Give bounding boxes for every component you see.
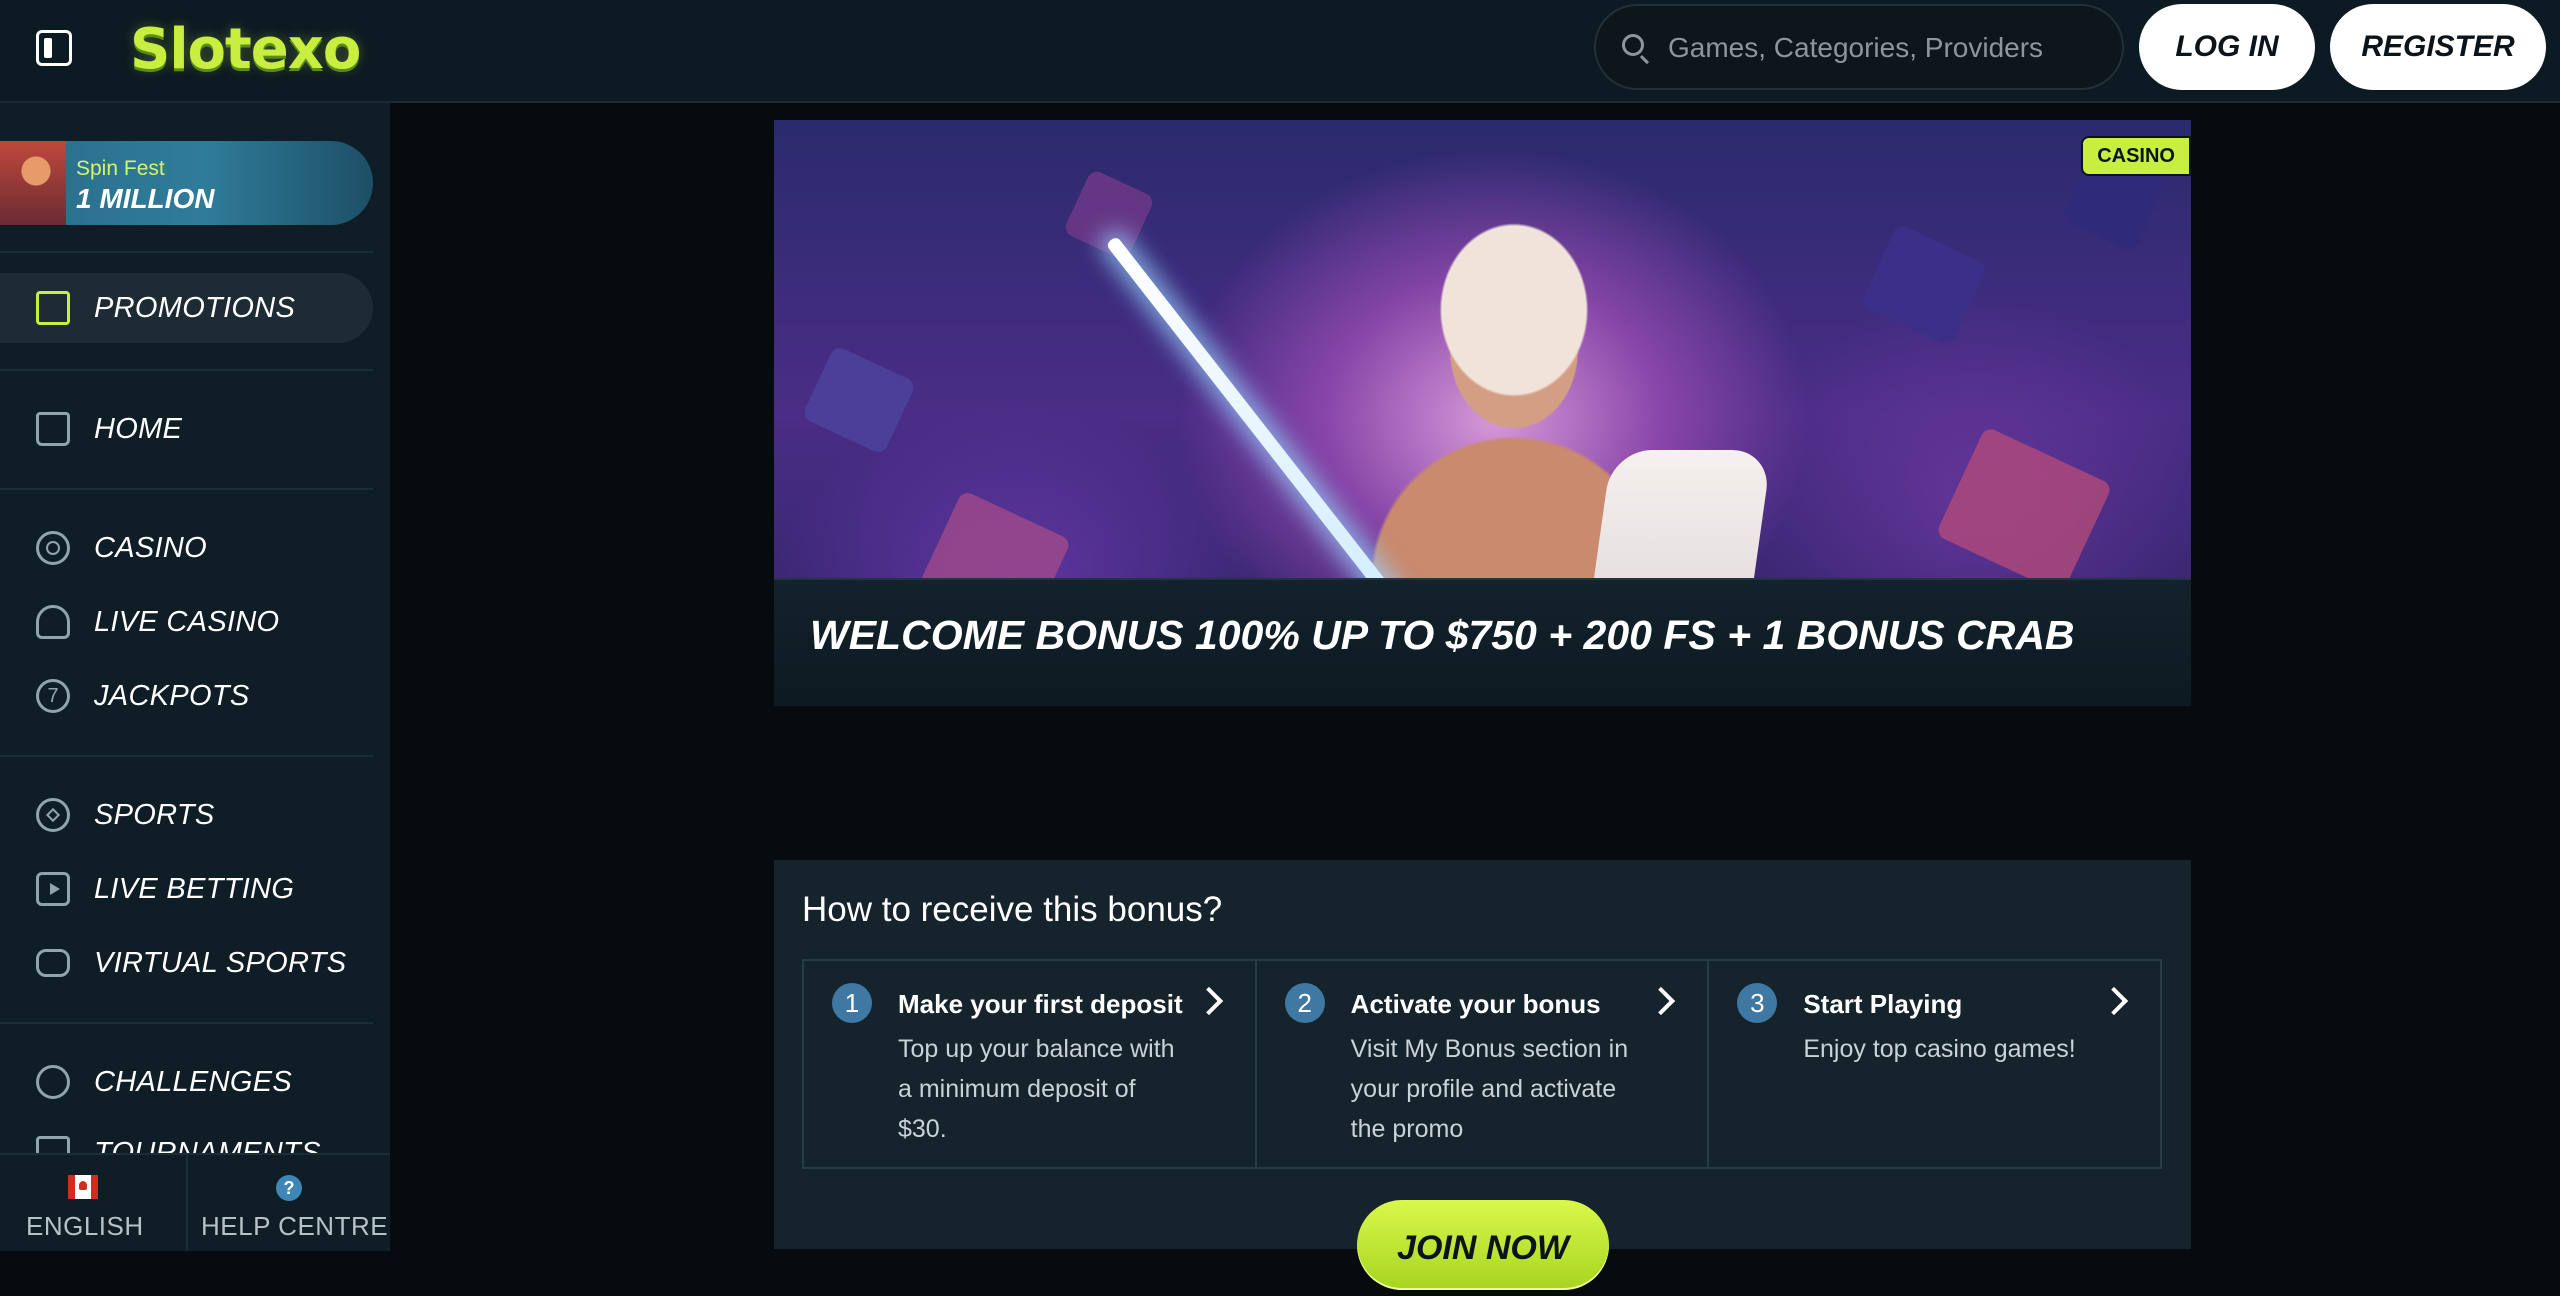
footer-divider	[186, 1155, 188, 1251]
sidebar: Spin Fest 1 MILLION PROMOTIONS HOME CASI…	[0, 103, 390, 1249]
sidebar-item-label: LIVE CASINO	[94, 605, 280, 638]
sidebar-item-promotions[interactable]: PROMOTIONS	[0, 273, 373, 343]
sidebar-item-label: CHALLENGES	[94, 1065, 293, 1098]
step-description: Top up your balance with a minimum depos…	[898, 1035, 1175, 1143]
home-icon	[36, 412, 70, 446]
canada-flag-icon	[68, 1175, 98, 1199]
register-button[interactable]: REGISTER	[2330, 4, 2546, 90]
gift-shop-icon	[36, 291, 70, 325]
soccer-ball-icon	[36, 798, 70, 832]
decorative-rock	[1859, 223, 1989, 347]
sidebar-footer: ENGLISH ? HELP CENTRE	[0, 1153, 390, 1251]
promo-title: WELCOME BONUS 100% UP TO $750 + 200 FS +…	[810, 612, 2075, 658]
step-number: 3	[1737, 983, 1778, 1023]
step-title: Make your first deposit	[898, 989, 1183, 1019]
sidebar-item-live-casino[interactable]: LIVE CASINO	[36, 598, 279, 646]
step-description: Visit My Bonus section in your profile a…	[1350, 1035, 1629, 1143]
search-icon	[1622, 34, 1644, 56]
hero-caption: WELCOME BONUS 100% UP TO $750 + 200 FS +…	[774, 578, 2191, 706]
bonus-heading: How to receive this bonus?	[802, 890, 1223, 929]
spin-fest-banner[interactable]: Spin Fest 1 MILLION	[0, 141, 373, 225]
sidebar-item-label: SPORTS	[94, 798, 215, 831]
category-badge: CASINO	[2081, 136, 2191, 176]
banner-amount: 1 MILLION	[76, 183, 215, 214]
decorative-rock	[801, 344, 917, 456]
login-button[interactable]: LOG IN	[2139, 4, 2315, 90]
sidebar-toggle-icon[interactable]	[36, 30, 72, 66]
step-card-1[interactable]: 1 Make your first deposit Top up your ba…	[804, 961, 1257, 1167]
step-title: Activate your bonus	[1350, 989, 1601, 1019]
help-icon: ?	[276, 1175, 302, 1201]
sidebar-item-label: LIVE BETTING	[94, 872, 295, 905]
sidebar-divider	[0, 755, 373, 757]
brand-logo[interactable]: Slotexo	[130, 14, 361, 86]
step-card-3[interactable]: 3 Start Playing Enjoy top casino games!	[1709, 961, 2160, 1167]
sidebar-item-live-betting[interactable]: LIVE BETTING	[36, 865, 294, 913]
steps-list: 1 Make your first deposit Top up your ba…	[802, 959, 2162, 1169]
banner-title: Spin Fest	[76, 157, 165, 180]
step-card-2[interactable]: 2 Activate your bonus Visit My Bonus sec…	[1257, 961, 1710, 1167]
promo-hero-banner: CASINO WELCOME BONUS 100% UP TO $750 + 2…	[774, 120, 2191, 706]
play-icon	[36, 872, 70, 906]
bonus-instructions-panel: How to receive this bonus? 1 Make your f…	[774, 860, 2191, 1290]
sidebar-item-casino[interactable]: CASINO	[36, 524, 207, 572]
chevron-right-icon[interactable]	[1194, 986, 1223, 1016]
sidebar-item-label: VIRTUAL SPORTS	[94, 946, 347, 979]
sidebar-divider	[0, 251, 373, 253]
chevron-right-icon[interactable]	[1647, 986, 1676, 1016]
step-description: Enjoy top casino games!	[1803, 1035, 2076, 1063]
sidebar-item-label: JACKPOTS	[94, 679, 250, 712]
sidebar-divider	[0, 1022, 373, 1024]
step-title: Start Playing	[1803, 989, 1963, 1019]
sidebar-item-jackpots[interactable]: 7 JACKPOTS	[36, 672, 250, 720]
sidebar-item-challenges[interactable]: CHALLENGES	[36, 1058, 292, 1106]
banner-character-image	[0, 141, 66, 225]
help-centre-label: HELP CENTRE	[201, 1211, 389, 1241]
medal-icon	[36, 1065, 70, 1099]
sidebar-item-sports[interactable]: SPORTS	[36, 791, 215, 839]
gamepad-icon	[36, 949, 70, 977]
chevron-right-icon[interactable]	[2099, 986, 2129, 1016]
decorative-rock	[1935, 426, 2113, 594]
sidebar-item-label: HOME	[94, 412, 183, 445]
search-input[interactable]	[1666, 24, 2110, 72]
step-number: 2	[1284, 983, 1325, 1023]
sidebar-item-label: CASINO	[94, 531, 207, 564]
step-number: 1	[832, 983, 872, 1023]
top-header: Slotexo LOG IN REGISTER	[0, 0, 2560, 103]
language-label: ENGLISH	[26, 1211, 144, 1241]
sidebar-divider	[0, 369, 373, 371]
sidebar-divider	[0, 488, 373, 490]
sidebar-item-home[interactable]: HOME	[36, 405, 182, 453]
spade-icon	[36, 605, 70, 639]
search-bar[interactable]	[1594, 4, 2124, 90]
join-now-button[interactable]: JOIN NOW	[1357, 1200, 1609, 1290]
sidebar-item-label: PROMOTIONS	[94, 291, 296, 324]
seven-icon: 7	[36, 679, 70, 713]
sidebar-item-virtual-sports[interactable]: VIRTUAL SPORTS	[36, 939, 346, 987]
casino-chip-icon	[36, 531, 70, 565]
